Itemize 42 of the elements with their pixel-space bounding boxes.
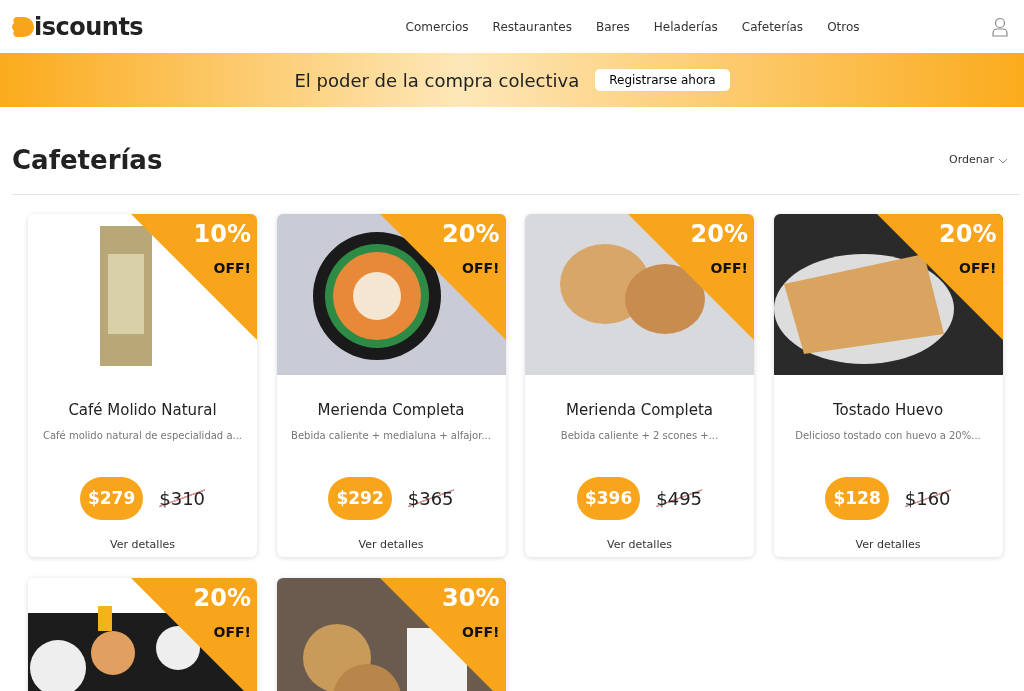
discount-off-label: OFF! (462, 623, 500, 643)
discount-percent: 30% (442, 586, 500, 611)
nav-link[interactable]: Cafeterías (729, 17, 816, 36)
nav-link[interactable]: Otros (815, 17, 872, 36)
page-title: Cafeterías (12, 145, 163, 177)
sale-price: $292 (328, 476, 392, 521)
chevron-down-icon (998, 157, 1008, 164)
details-link[interactable]: Ver detalles (352, 536, 430, 555)
sale-price: $128 (825, 476, 889, 521)
discount-off-label: OFF! (462, 259, 500, 279)
nav-link[interactable]: Heladerías (641, 17, 730, 36)
sale-price: $396 (576, 476, 641, 521)
discount-percent: 20% (442, 222, 500, 247)
brand-name: iscounts (34, 11, 144, 43)
product-title: Café Molido Natural (67, 400, 218, 422)
product-description: Bebida caliente + medialuna + alfajor... (290, 428, 492, 443)
discount-percent: 10% (193, 222, 251, 247)
nav-link[interactable]: Restaurantes (480, 17, 584, 36)
discount-percent: 20% (690, 222, 748, 247)
product-title: Merienda Completa (565, 400, 714, 422)
discount-percent: 20% (939, 222, 997, 247)
sort-dropdown[interactable]: Ordenar (943, 151, 1014, 170)
banner-text: El poder de la compra colectiva (294, 68, 580, 93)
product-description: Delicioso tostado con huevo a 20%... (794, 428, 982, 443)
product-title: Tostado Huevo (831, 400, 945, 422)
sale-price: $279 (79, 476, 144, 521)
logo-icon (12, 14, 34, 39)
details-link[interactable]: Ver detalles (601, 536, 678, 555)
nav-link[interactable]: Comercios (393, 17, 481, 36)
discount-off-label: OFF! (710, 259, 748, 279)
register-button[interactable]: Registrarse ahora (595, 69, 730, 91)
discount-percent: 20% (193, 586, 251, 611)
user-icon[interactable] (992, 16, 1008, 37)
discount-off-label: OFF! (213, 623, 251, 643)
details-link[interactable]: Ver detalles (849, 536, 927, 555)
product-description: Bebida caliente + 2 scones +... (559, 428, 720, 443)
product-title: Merienda Completa (316, 400, 466, 422)
details-link[interactable]: Ver detalles (104, 536, 181, 555)
nav-link[interactable]: Bares (583, 17, 642, 36)
discount-off-label: OFF! (959, 259, 997, 279)
product-description: Café molido natural de especialidad a... (41, 428, 244, 443)
discount-off-label: OFF! (213, 259, 251, 279)
